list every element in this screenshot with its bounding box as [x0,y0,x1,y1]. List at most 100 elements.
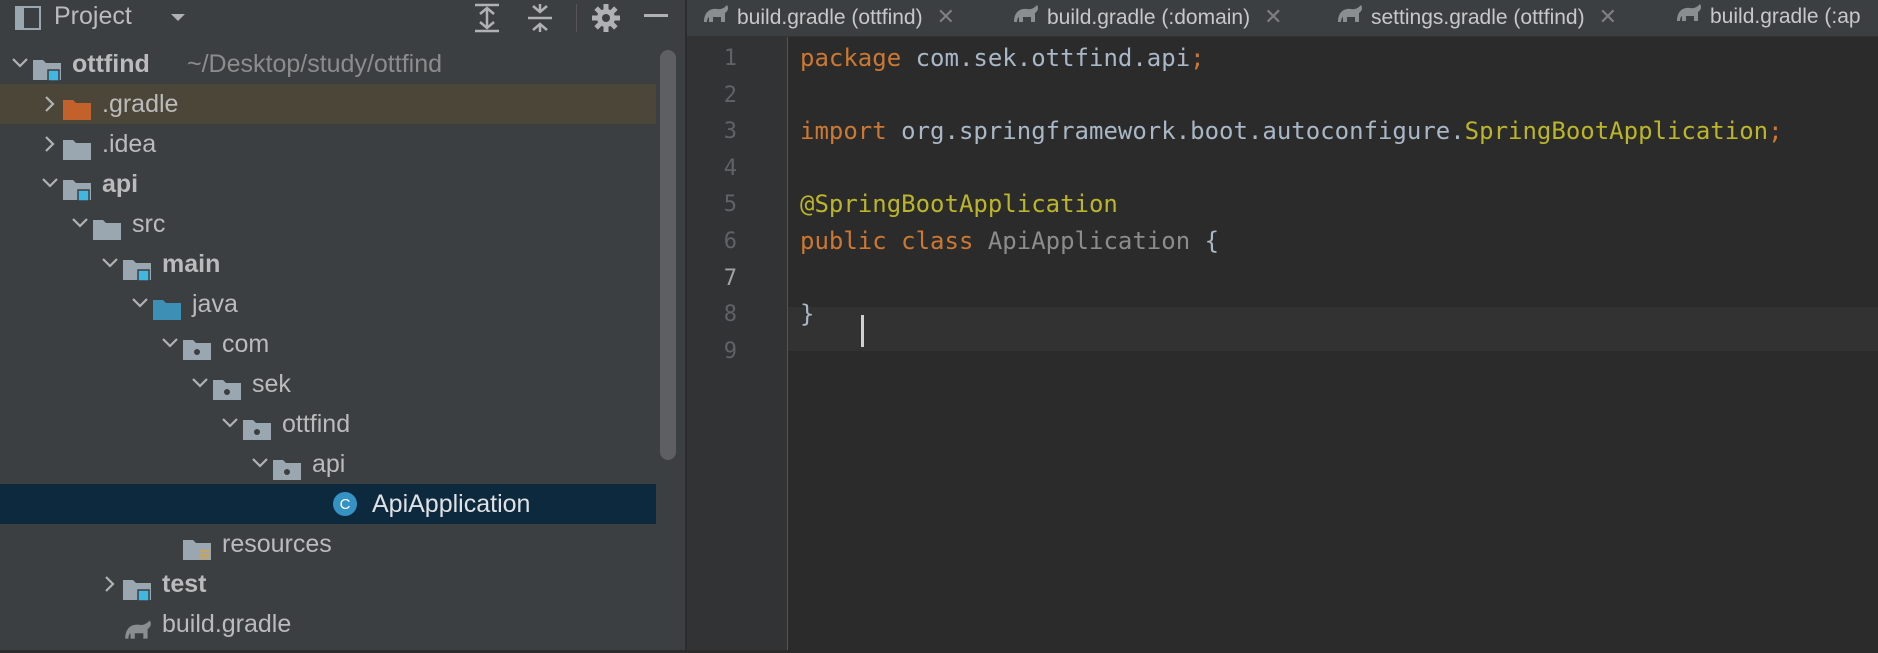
brace: } [800,300,815,328]
excluded-folder-icon [62,93,92,120]
project-path: ~/Desktop/study/ottfind [187,50,443,78]
package-name: com.sek.ottfind.api [901,44,1191,72]
code-editor[interactable]: 1 2 3 4 5 6 7 8 9 package com.sek.ottfind.api; i… [687,37,1878,650]
line-number: 1 [723,46,737,71]
gradle-icon [1335,1,1365,35]
line-number: 5 [723,192,737,218]
import-package: org.springframework.boot.autoconfigure. [886,117,1465,145]
gradle-icon [701,1,731,35]
line-number: 9 [723,338,737,364]
keyword: package [800,44,902,72]
tree-item[interactable]: api [0,444,656,484]
tree-item-label: ottfind [282,410,351,438]
tab-build-gradle-ottfind[interactable]: build.gradle (ottfind) ✕ [701,0,955,36]
project-view-icon[interactable] [14,4,42,37]
text-caret [861,315,864,347]
chevron-down-icon[interactable] [166,6,190,35]
import-class: SpringBootApplication [1464,117,1769,145]
package-icon [182,333,212,360]
semicolon: ; [1190,44,1205,72]
tree-item-label: src [132,210,166,238]
tree-item[interactable]: api [0,164,656,204]
resources-folder-icon [182,533,212,560]
brace: { [1190,227,1220,255]
folder-icon [62,133,92,160]
package-icon [212,373,242,400]
tree-item[interactable]: resources [0,524,656,564]
tree-item-label: java [192,290,238,318]
tree-item-label: resources [222,530,332,558]
class-name: ApiApplication [973,227,1191,255]
line-number: 3 [723,119,737,145]
keyword: class [886,227,974,255]
annotation: @SpringBootApplication [800,190,1118,218]
tree-item-label: main [162,250,221,278]
tab-label: build.gradle (:domain) [1047,6,1251,29]
code-line-6: public class ApiApplication { [800,227,1219,255]
package-icon [242,413,272,440]
tree-item[interactable]: ottfind [0,404,656,444]
tree-item-label: .gradle [102,90,179,118]
tree-item-label: sek [252,370,291,398]
tab-label: settings.gradle (ottfind) [1371,6,1585,29]
tree-item-label: test [162,570,207,598]
code-line-8: } [800,300,814,328]
tree-item[interactable]: com [0,324,656,364]
project-panel-title[interactable]: Project [54,2,132,31]
code-line-1: package com.sek.ottfind.api; [800,44,1205,72]
gradle-icon [1674,0,1704,34]
line-number: 2 [723,82,737,108]
tree-item[interactable]: .idea [0,124,656,164]
expand-all-icon[interactable] [472,2,502,39]
java-class-icon: C [332,491,362,516]
tab-label: build.gradle (ottfind) [737,6,923,29]
tree-item[interactable]: build.gradle [0,604,656,644]
project-tree: ottfind ~/Desktop/study/ottfind .gradle .id… [0,44,656,644]
tree-item[interactable]: ottfind ~/Desktop/study/ottfind [0,44,656,84]
line-number: 8 [723,302,737,328]
project-panel-header: Project [0,0,685,36]
keyword: import [800,117,887,145]
tree-item-label: api [312,450,346,478]
module-folder-icon [122,253,152,282]
module-folder-icon [122,573,152,602]
tab-build-gradle-api[interactable]: build.gradle (:ap [1674,0,1861,36]
tree-item[interactable]: C ApiApplication [0,484,656,524]
close-icon[interactable]: ✕ [937,4,955,29]
tree-item[interactable]: src [0,204,656,244]
close-icon[interactable]: ✕ [1599,4,1617,29]
line-number: 7 [723,265,737,291]
tree-item[interactable]: sek [0,364,656,404]
tab-build-gradle-domain[interactable]: build.gradle (:domain) ✕ [1011,0,1283,36]
tree-item-label: .idea [102,130,157,158]
tab-settings-gradle[interactable]: settings.gradle (ottfind) ✕ [1335,0,1617,36]
tab-label: build.gradle (:ap [1710,5,1861,28]
current-line-highlight [788,307,1878,351]
code-line-5: @SpringBootApplication [800,190,1118,218]
tree-item[interactable]: main [0,244,656,284]
tree-item[interactable]: java [0,284,656,324]
line-number-gutter[interactable]: 1 2 3 4 5 6 7 8 9 [687,37,788,650]
editor-tab-bar: build.gradle (ottfind) ✕ build.gradle (:d… [687,0,1878,37]
gradle-icon [1011,1,1041,35]
tree-scrollbar[interactable] [660,50,676,460]
minimize-icon[interactable] [644,14,668,17]
project-panel: Project ottfind ~/Desktop/study/ottfind .g… [0,0,685,650]
code-line-3: import org.springframework.boot.autoconf… [800,117,1783,145]
tree-item[interactable]: test [0,564,656,604]
keyword: public [800,227,887,255]
source-folder-icon [152,293,182,320]
collapse-all-icon[interactable] [525,2,555,39]
tree-item[interactable]: .gradle [0,84,656,124]
gear-icon[interactable] [590,2,622,39]
tree-item-label: build.gradle [162,610,292,638]
line-number: 6 [723,229,737,254]
tree-item-label: ottfind [72,50,150,78]
tree-item-label: api [102,170,139,198]
line-number: 4 [723,155,737,181]
semicolon: ; [1768,117,1783,145]
close-icon[interactable]: ✕ [1264,4,1282,29]
package-icon [272,453,302,480]
svg-text:C: C [340,496,351,513]
module-folder-icon [32,53,62,82]
